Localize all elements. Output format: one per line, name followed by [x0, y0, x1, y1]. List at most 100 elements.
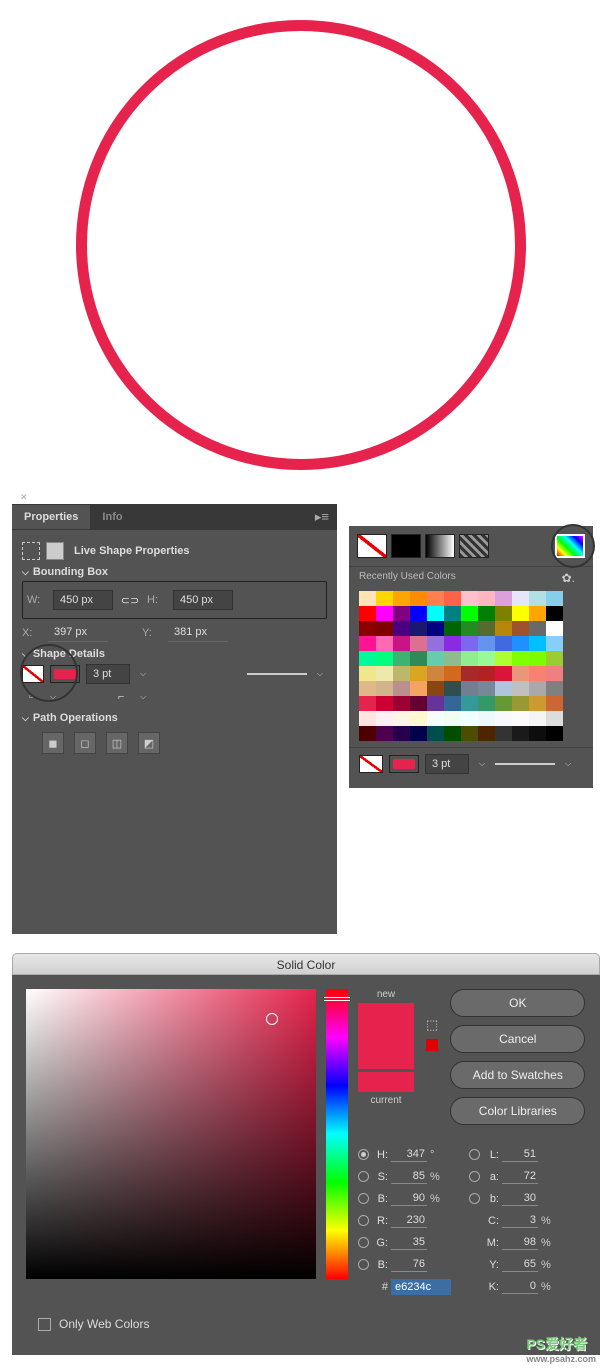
color-swatch[interactable] — [512, 681, 529, 696]
color-swatch[interactable] — [478, 606, 495, 621]
chevron-down-icon[interactable]: ⌵ — [475, 759, 489, 769]
color-swatch[interactable] — [427, 636, 444, 651]
color-swatch[interactable] — [478, 621, 495, 636]
color-swatch[interactable] — [529, 606, 546, 621]
height-input[interactable] — [173, 590, 233, 610]
path-ops-section[interactable]: ⌵Path Operations — [22, 712, 327, 724]
color-swatch[interactable] — [376, 651, 393, 666]
y-input[interactable] — [168, 623, 228, 642]
s-radio[interactable] — [358, 1171, 369, 1182]
color-swatch[interactable] — [444, 666, 461, 681]
color-swatch[interactable] — [359, 711, 376, 726]
stroke-weight-input[interactable] — [86, 664, 130, 684]
mask-icon[interactable] — [46, 542, 64, 560]
color-swatch[interactable] — [546, 681, 563, 696]
color-swatch[interactable] — [376, 681, 393, 696]
color-swatch[interactable] — [461, 681, 478, 696]
color-swatch[interactable] — [512, 636, 529, 651]
color-swatch[interactable] — [461, 711, 478, 726]
color-swatch[interactable] — [461, 606, 478, 621]
color-swatch[interactable] — [529, 681, 546, 696]
color-swatch[interactable] — [461, 621, 478, 636]
color-swatch[interactable] — [410, 651, 427, 666]
color-swatch[interactable] — [376, 711, 393, 726]
color-swatch[interactable] — [478, 726, 495, 741]
color-swatch[interactable] — [359, 621, 376, 636]
a-radio[interactable] — [469, 1171, 480, 1182]
color-swatch[interactable] — [393, 666, 410, 681]
color-libraries-button[interactable]: Color Libraries — [450, 1097, 585, 1125]
br-input[interactable] — [391, 1191, 427, 1206]
color-swatch[interactable] — [529, 666, 546, 681]
color-swatch[interactable] — [376, 726, 393, 741]
l-input[interactable] — [502, 1147, 538, 1162]
gamut-warning-icon[interactable] — [426, 1039, 438, 1051]
hex-input[interactable] — [391, 1279, 451, 1295]
g-input[interactable] — [391, 1235, 427, 1250]
pattern-swatch[interactable] — [459, 534, 489, 558]
color-swatch[interactable] — [376, 591, 393, 606]
stroke-type-dropdown-icon[interactable]: ⌵ — [313, 669, 327, 679]
no-color-swatch[interactable] — [357, 534, 387, 558]
color-swatch[interactable] — [393, 621, 410, 636]
s-input[interactable] — [391, 1169, 427, 1184]
color-swatch[interactable] — [410, 726, 427, 741]
hue-marker-icon[interactable] — [324, 997, 350, 1001]
color-swatch[interactable] — [512, 711, 529, 726]
color-swatch[interactable] — [512, 726, 529, 741]
color-swatch[interactable] — [427, 591, 444, 606]
saturation-value-field[interactable] — [26, 989, 316, 1279]
color-swatch[interactable] — [376, 636, 393, 651]
color-swatch[interactable] — [427, 696, 444, 711]
stroke-weight-input-2[interactable] — [425, 754, 469, 774]
color-swatch[interactable] — [478, 651, 495, 666]
color-swatch[interactable] — [461, 726, 478, 741]
solid-color-swatch[interactable] — [391, 534, 421, 558]
fill-swatch[interactable] — [22, 665, 44, 683]
color-swatch[interactable] — [495, 726, 512, 741]
color-swatch[interactable] — [478, 696, 495, 711]
color-swatch[interactable] — [359, 726, 376, 741]
width-input[interactable] — [53, 590, 113, 610]
window-title[interactable]: Solid Color — [12, 953, 600, 975]
color-swatch[interactable] — [393, 681, 410, 696]
color-swatch[interactable] — [546, 726, 563, 741]
exclude-icon[interactable]: ◩ — [138, 732, 160, 754]
color-swatch[interactable] — [495, 606, 512, 621]
color-swatch[interactable] — [512, 591, 529, 606]
color-swatch[interactable] — [359, 696, 376, 711]
color-swatch[interactable] — [529, 651, 546, 666]
color-swatch[interactable] — [427, 681, 444, 696]
color-swatch[interactable] — [393, 591, 410, 606]
color-swatch[interactable] — [359, 636, 376, 651]
color-swatch[interactable] — [478, 681, 495, 696]
stroke-swatch[interactable] — [50, 665, 80, 683]
r-input[interactable] — [391, 1213, 427, 1228]
color-swatch[interactable] — [495, 621, 512, 636]
fill-swatch-2[interactable] — [359, 755, 383, 773]
color-swatch[interactable] — [410, 606, 427, 621]
color-swatch[interactable] — [495, 651, 512, 666]
b-radio[interactable] — [358, 1259, 369, 1270]
combine-icon[interactable]: ◼ — [42, 732, 64, 754]
shape-type-icon[interactable] — [22, 542, 40, 560]
color-swatch[interactable] — [529, 591, 546, 606]
h-radio[interactable] — [358, 1149, 369, 1160]
color-swatch[interactable] — [359, 591, 376, 606]
shape-details-section[interactable]: ⌵Shape Details — [22, 648, 327, 660]
color-swatch[interactable] — [427, 666, 444, 681]
color-swatch[interactable] — [393, 651, 410, 666]
panel-menu-icon[interactable]: ▸≡ — [307, 509, 337, 525]
stroke-type-preview-2[interactable] — [495, 763, 555, 765]
c-input[interactable] — [502, 1213, 538, 1228]
current-color-preview[interactable] — [358, 1072, 414, 1092]
web-colors-checkbox[interactable] — [38, 1318, 51, 1331]
b-input[interactable] — [391, 1257, 427, 1272]
ok-button[interactable]: OK — [450, 989, 585, 1017]
intersect-icon[interactable]: ◫ — [106, 732, 128, 754]
color-swatch[interactable] — [529, 726, 546, 741]
color-swatch[interactable] — [461, 636, 478, 651]
y-input[interactable] — [502, 1257, 538, 1272]
color-swatch[interactable] — [359, 606, 376, 621]
color-swatch[interactable] — [546, 606, 563, 621]
